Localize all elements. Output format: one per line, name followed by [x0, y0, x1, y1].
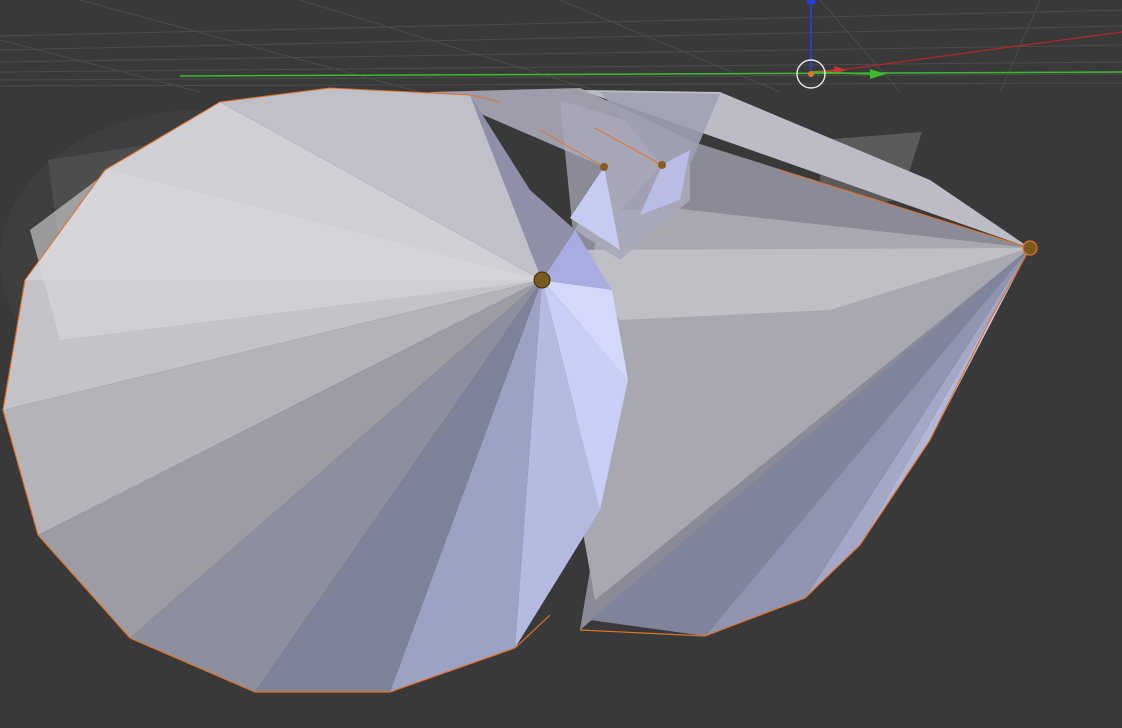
origin-marker-right-cone [1022, 240, 1038, 256]
transform-manipulator-icon[interactable] [807, 0, 886, 79]
origin-marker-back-a [600, 163, 608, 171]
viewport-canvas[interactable] [0, 0, 1122, 728]
origin-marker-back-b [658, 161, 666, 169]
x-axis-line [839, 31, 1122, 71]
viewport-3d[interactable] [0, 0, 1122, 728]
y-axis-line [179, 71, 1122, 77]
origin-marker-left-cone [533, 271, 551, 289]
floor-grid [0, 0, 1122, 93]
